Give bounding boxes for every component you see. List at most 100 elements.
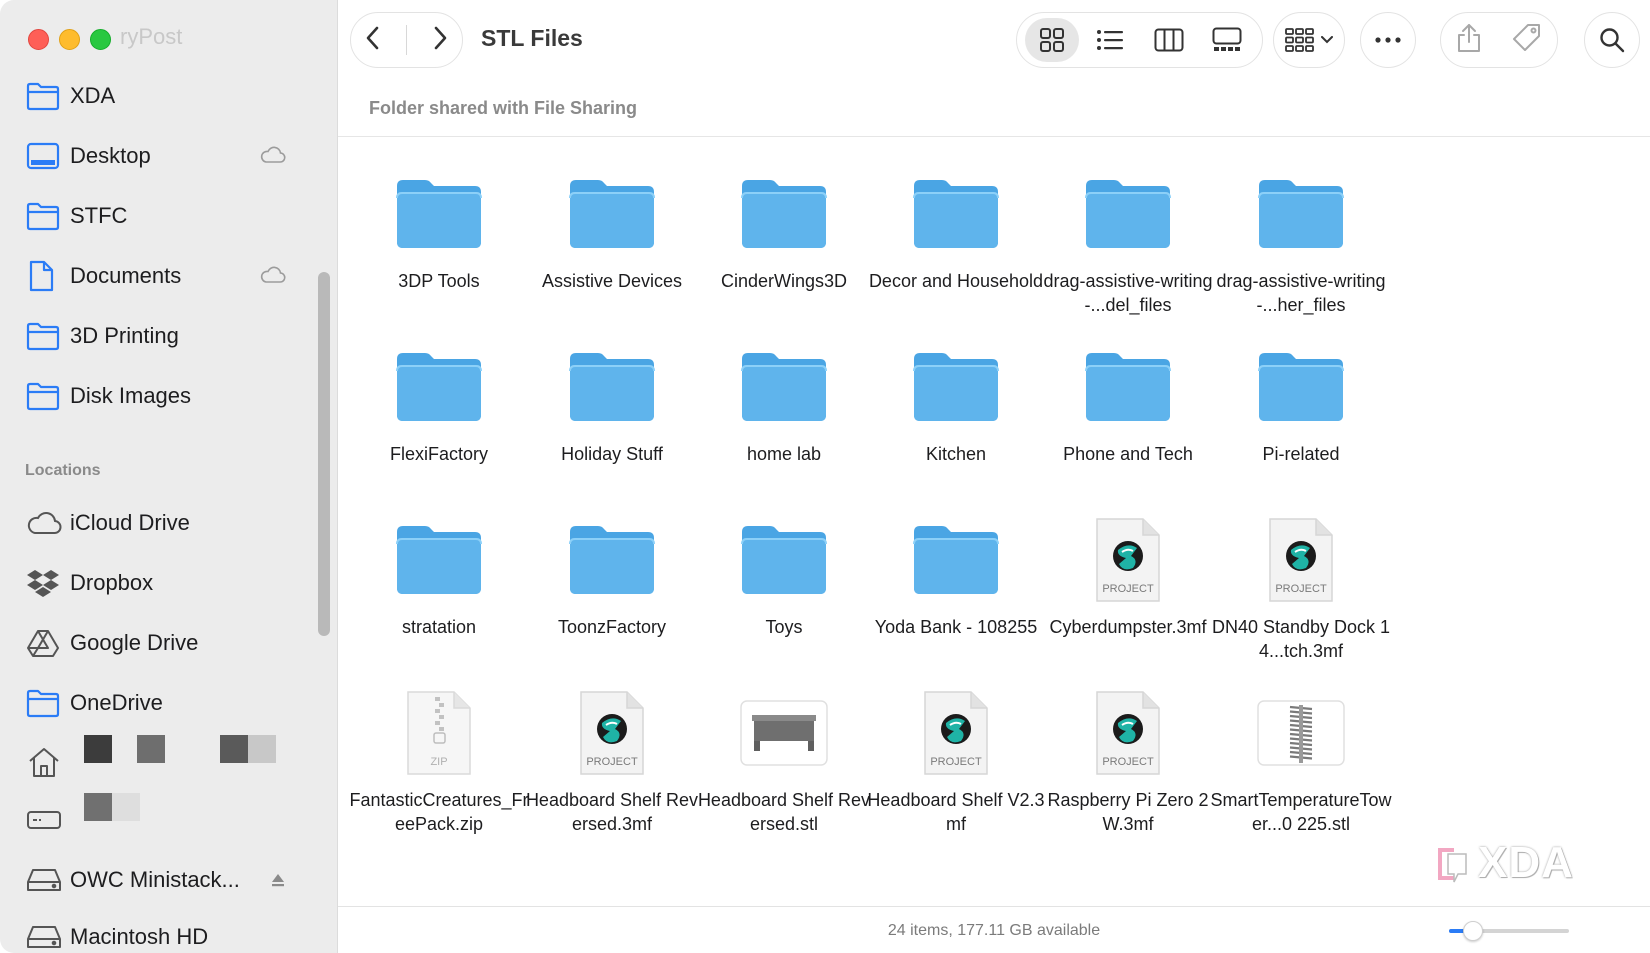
folder-item[interactable]: stratation — [354, 510, 524, 674]
item-name: Headboard Shelf Reversed.stl — [697, 790, 871, 834]
minimize-button[interactable] — [59, 29, 80, 50]
folder-item[interactable]: Pi-related — [1216, 337, 1386, 501]
search-button[interactable] — [1584, 12, 1640, 68]
sidebar-item-3d-printing[interactable]: 3D Printing — [26, 316, 296, 356]
folder-item[interactable]: Toys — [699, 510, 869, 674]
folder-item[interactable]: FlexiFactory — [354, 337, 524, 501]
redacted-block — [248, 735, 276, 763]
redacted-block — [84, 735, 112, 763]
folder-icon — [527, 510, 697, 610]
chevron-left-icon — [366, 26, 379, 49]
folder-icon — [527, 337, 697, 437]
sidebar-item-stfc[interactable]: STFC — [26, 196, 296, 236]
folder-icon — [1043, 164, 1213, 264]
folder-icon — [354, 337, 524, 437]
file-item[interactable]: PROJECT DN40 Standby Dock 14...tch.3mf — [1212, 510, 1390, 674]
toolbar: STL Files — [338, 0, 1650, 80]
group-by-button[interactable] — [1273, 12, 1345, 68]
zoom-button[interactable] — [90, 29, 111, 50]
eject-icon[interactable] — [270, 872, 286, 893]
sidebar-item-disk-images[interactable]: Disk Images — [26, 376, 296, 416]
item-name: CinderWings3D — [720, 271, 848, 291]
document-icon — [26, 260, 62, 292]
sidebar-item-xda[interactable]: XDA — [26, 76, 296, 116]
item-name: Toys — [765, 617, 803, 637]
close-button[interactable] — [28, 29, 49, 50]
sidebar-item-onedrive[interactable]: OneDrive — [26, 683, 296, 723]
item-name: Pi-related — [1262, 444, 1340, 464]
folder-icon — [1043, 337, 1213, 437]
file-item[interactable]: ZIP FantasticCreatures_FreePack.zip — [349, 683, 529, 847]
folder-item[interactable]: Kitchen — [871, 337, 1041, 501]
hard-drive-icon — [26, 864, 62, 896]
item-name: Headboard Shelf V2.3mf — [867, 790, 1045, 834]
file-item[interactable]: PROJECT Cyberdumpster.3mf — [1043, 510, 1213, 674]
bambu-project-icon: PROJECT — [871, 683, 1041, 783]
icon-size-slider-knob[interactable] — [1463, 921, 1483, 941]
tag-icon — [1513, 23, 1540, 51]
share-button[interactable] — [1456, 23, 1482, 58]
folder-icon — [1216, 337, 1386, 437]
back-button[interactable] — [362, 25, 384, 56]
folder-item[interactable]: Holiday Stuff — [527, 337, 697, 501]
gallery-view-button[interactable] — [1200, 18, 1254, 62]
folder-item[interactable]: Yoda Bank - 108255 — [871, 510, 1041, 674]
item-name: ToonzFactory — [557, 617, 667, 637]
folder-item[interactable]: drag-assistive-writing-...del_files — [1043, 164, 1213, 328]
sidebar: ryPost XDA Desktop STFC Documents 3D Printin… — [0, 0, 338, 953]
more-actions-button[interactable] — [1360, 12, 1416, 68]
icon-view-button[interactable] — [1025, 18, 1080, 62]
share-icon — [1458, 23, 1480, 52]
item-name: Assistive Devices — [541, 271, 683, 291]
folder-item[interactable]: Assistive Devices — [527, 164, 697, 328]
sidebar-scrollbar-thumb[interactable] — [318, 272, 330, 636]
folder-icon — [699, 337, 869, 437]
item-name: Decor and Household — [868, 271, 1044, 291]
file-item[interactable]: SmartTemperatureTower...0 225.stl — [1210, 683, 1392, 847]
bambu-project-icon: PROJECT — [1216, 510, 1386, 610]
item-name: SmartTemperatureTower...0 225.stl — [1210, 790, 1392, 834]
item-name: Headboard Shelf Reversed.3mf — [525, 790, 699, 834]
svg-text:PROJECT: PROJECT — [586, 756, 638, 768]
finder-window: ryPost XDA Desktop STFC Documents 3D Printin… — [0, 0, 1650, 953]
window-title: STL Files — [481, 25, 583, 51]
folder-item[interactable]: Phone and Tech — [1043, 337, 1213, 501]
column-view-button[interactable] — [1142, 18, 1196, 62]
sidebar-item-icloud-drive[interactable]: iCloud Drive — [26, 503, 296, 543]
bambu-project-icon: PROJECT — [1043, 683, 1213, 783]
view-mode-group — [1016, 12, 1263, 68]
file-item[interactable]: PROJECT Headboard Shelf Reversed.3mf — [526, 683, 698, 847]
sidebar-item-macintosh-hd[interactable]: Macintosh HD — [26, 917, 296, 953]
file-item[interactable]: PROJECT Headboard Shelf V2.3mf — [867, 683, 1045, 847]
gallery-icon — [1212, 27, 1242, 51]
list-view-button[interactable] — [1083, 18, 1137, 62]
sidebar-item-documents[interactable]: Documents — [26, 256, 296, 296]
sidebar-item-dropbox[interactable]: Dropbox — [26, 563, 296, 603]
navigation-buttons — [350, 12, 463, 68]
file-item[interactable]: PROJECT Raspberry Pi Zero 2W.3mf — [1043, 683, 1213, 847]
redacted-block — [137, 735, 165, 763]
item-name: drag-assistive-writing-...del_files — [1043, 271, 1213, 315]
folder-item[interactable]: 3DP Tools — [354, 164, 524, 328]
sidebar-item-label: OneDrive — [70, 690, 163, 715]
sidebar-item-owc-ministack[interactable]: OWC Ministack... — [26, 860, 296, 900]
search-icon — [1600, 28, 1625, 53]
folder-item[interactable]: CinderWings3D — [699, 164, 869, 328]
stl-preview-icon — [699, 683, 869, 783]
folder-item[interactable]: ToonzFactory — [527, 510, 697, 674]
tags-button[interactable] — [1512, 23, 1542, 58]
sidebar-item-google-drive[interactable]: Google Drive — [26, 623, 296, 663]
folder-icon — [26, 80, 62, 112]
folder-icon — [26, 320, 62, 352]
file-item[interactable]: Headboard Shelf Reversed.stl — [698, 683, 870, 847]
item-name: 3DP Tools — [398, 271, 480, 291]
group-grid-icon — [1285, 28, 1314, 52]
sidebar-item-external-drive[interactable] — [26, 800, 296, 840]
folder-item[interactable]: home lab — [699, 337, 869, 501]
sidebar-item-desktop[interactable]: Desktop — [26, 136, 296, 176]
forward-button[interactable] — [429, 25, 451, 56]
folder-item[interactable]: Decor and Household — [869, 164, 1043, 328]
folder-item[interactable]: drag-assistive-writing-...her_files — [1216, 164, 1386, 328]
bambu-project-icon: PROJECT — [1043, 510, 1213, 610]
window-controls — [28, 29, 111, 50]
